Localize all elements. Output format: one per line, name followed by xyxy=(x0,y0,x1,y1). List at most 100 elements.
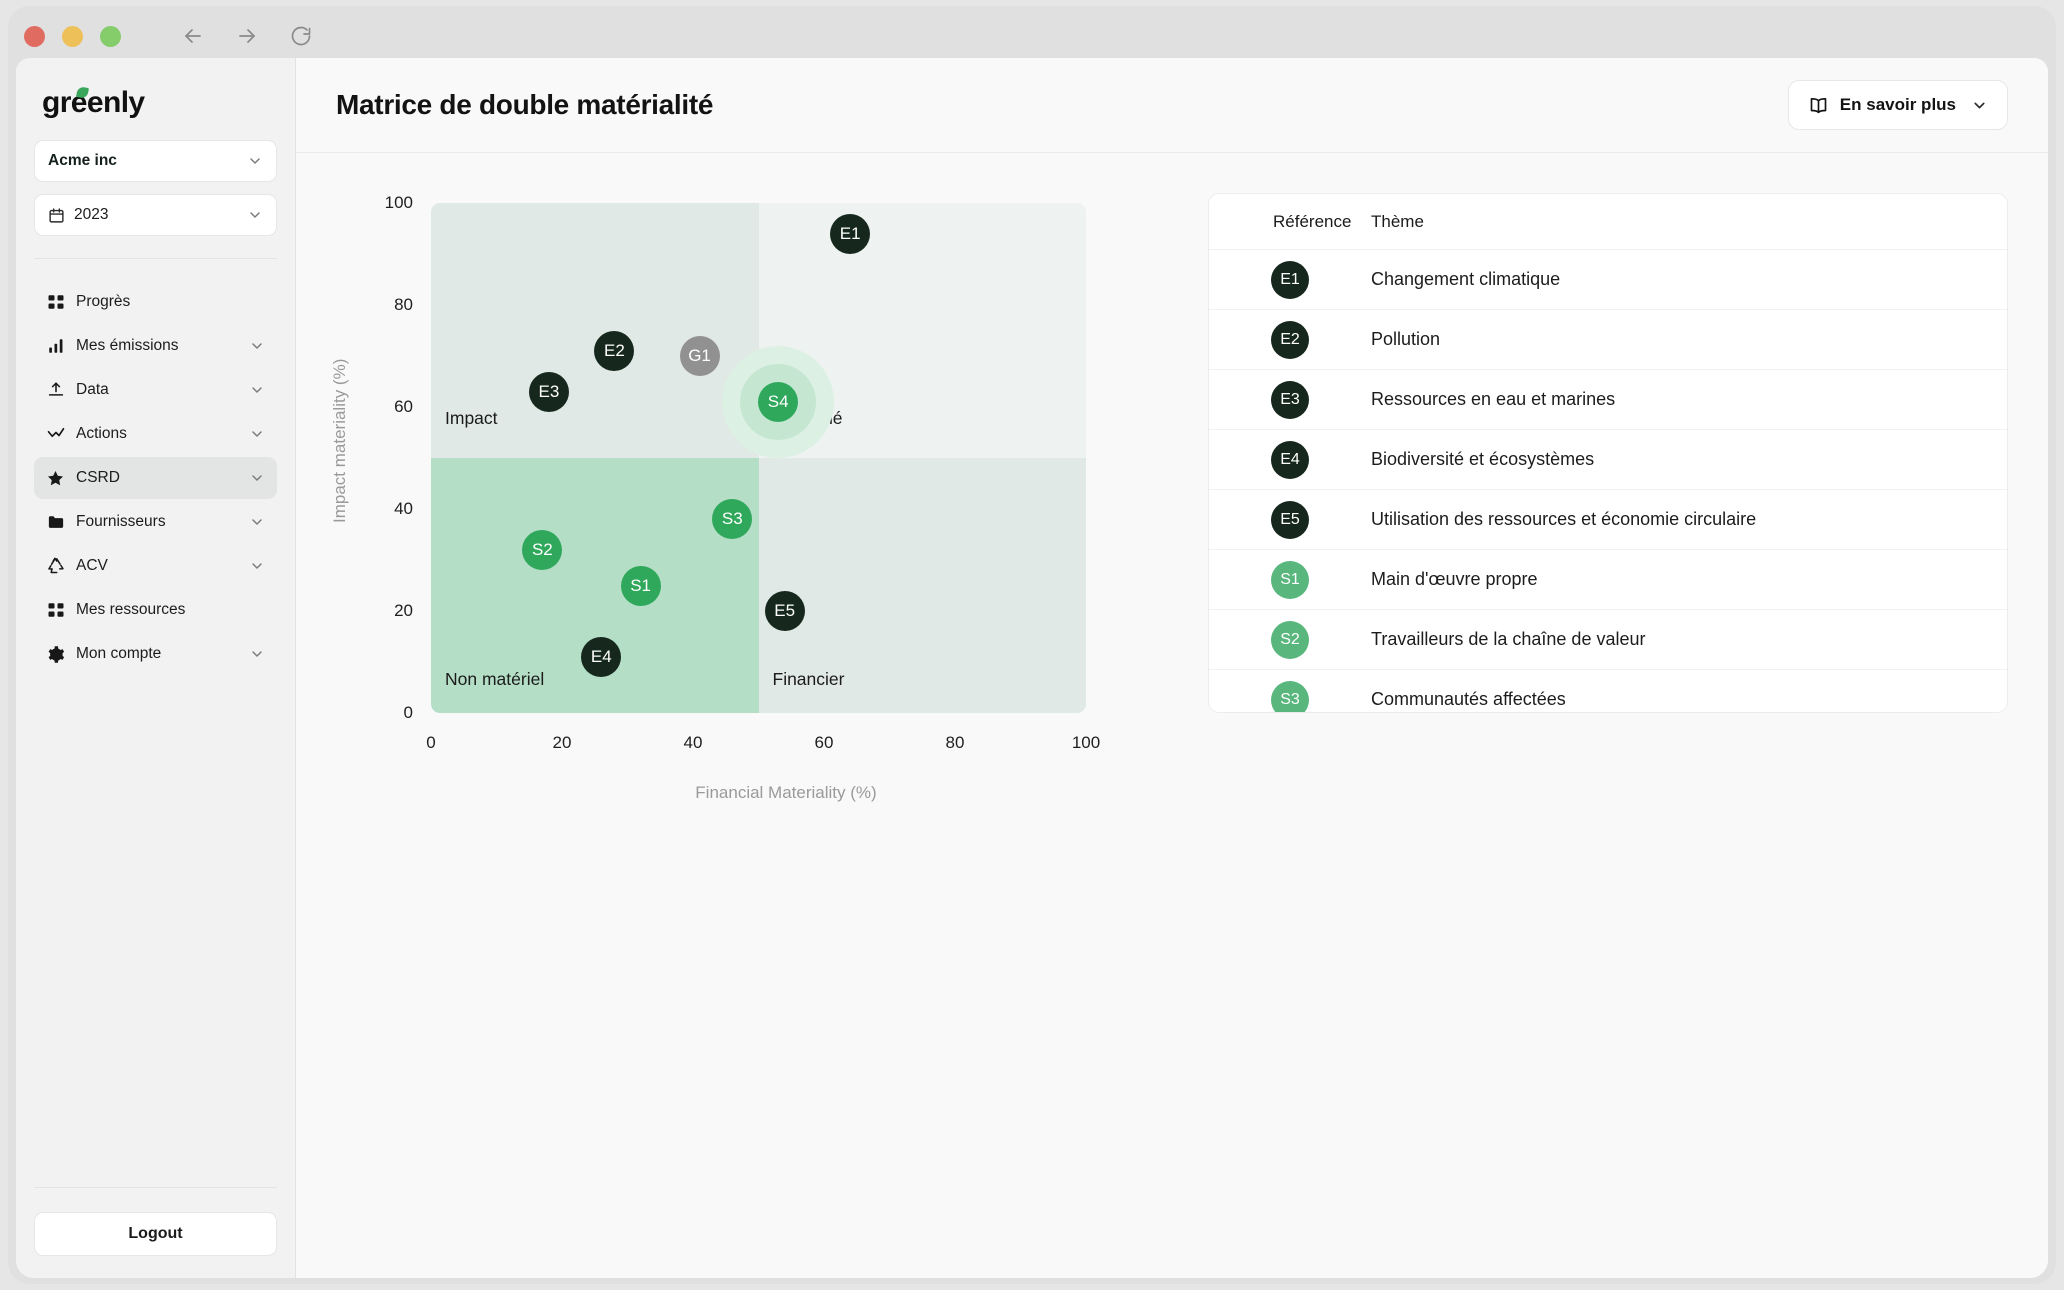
reference-badge: S1 xyxy=(1271,560,1309,599)
sidebar-item-label: Mes émissions xyxy=(76,337,179,354)
sidebar-item-label: Progrès xyxy=(76,293,131,310)
cell-reference: S3 xyxy=(1223,680,1351,712)
sidebar-item-label: Mon compte xyxy=(76,645,162,662)
sidebar-footer: Logout xyxy=(34,1187,277,1256)
y-axis-tick: 60 xyxy=(394,397,413,416)
cell-theme: Changement climatique xyxy=(1371,269,1561,289)
cell-reference: E3 xyxy=(1223,380,1351,419)
application-frame: greenly Acme inc 2023 Progrès Mes émissi… xyxy=(16,58,2048,1278)
cell-reference: E1 xyxy=(1223,260,1351,299)
close-window-button[interactable] xyxy=(24,25,45,47)
chevron-down-icon xyxy=(247,207,263,223)
cell-reference: E4 xyxy=(1223,440,1351,479)
trend-icon xyxy=(46,425,65,444)
table-row[interactable]: E5 Utilisation des ressources et économie… xyxy=(1209,490,2007,550)
y-axis-tick: 80 xyxy=(394,295,413,314)
company-selector[interactable]: Acme inc xyxy=(34,140,277,182)
upload-icon xyxy=(46,381,65,400)
greenly-logo: greenly xyxy=(42,85,277,120)
sidebar-item-label: Fournisseurs xyxy=(76,513,166,530)
star-icon xyxy=(46,469,65,488)
sidebar-item-label: ACV xyxy=(76,557,108,574)
sidebar: greenly Acme inc 2023 Progrès Mes émissi… xyxy=(16,58,296,1278)
learn-more-button[interactable]: En savoir plus xyxy=(1787,80,2008,130)
browser-nav-controls xyxy=(180,23,314,49)
cell-reference: E2 xyxy=(1223,320,1351,359)
sidebar-footer-divider xyxy=(34,1187,277,1188)
table-row[interactable]: S1 Main d'œuvre propre xyxy=(1209,550,2007,610)
y-axis-tick: 0 xyxy=(403,703,413,722)
sidebar-item-acv[interactable]: ACV xyxy=(34,545,277,587)
chart-bubble-s1[interactable]: S1 xyxy=(620,565,661,606)
logo-text: greenly xyxy=(42,86,145,119)
chevron-down-icon xyxy=(249,646,265,662)
column-header-theme: Thème xyxy=(1371,211,1424,231)
x-axis-tick: 20 xyxy=(552,733,572,752)
chevron-down-icon xyxy=(249,382,265,398)
folder-icon xyxy=(46,513,65,532)
table-row[interactable]: E1 Changement climatique xyxy=(1209,250,2007,310)
table-row[interactable]: S3 Communautés affectées xyxy=(1209,670,2007,712)
sidebar-item-label: Data xyxy=(76,381,109,398)
chevron-down-icon xyxy=(249,338,265,354)
sidebar-item-mes-emissions[interactable]: Mes émissions xyxy=(34,325,277,367)
chevron-down-icon xyxy=(249,514,265,530)
x-axis-tick: 80 xyxy=(945,733,965,752)
x-axis-tick: 0 xyxy=(426,733,436,752)
page-header: Matrice de double matérialité En savoir … xyxy=(296,58,2048,153)
chart-bubble-e2[interactable]: E2 xyxy=(594,330,635,371)
gear-icon xyxy=(46,645,65,664)
y-axis-tick: 20 xyxy=(394,601,413,620)
recycle-icon xyxy=(46,557,65,576)
forward-arrow-icon[interactable] xyxy=(234,23,260,49)
sidebar-item-actions[interactable]: Actions xyxy=(34,413,277,455)
x-axis-title: Financial Materiality (%) xyxy=(695,783,877,802)
plot-area: 0 20 40 60 80 100 0 20 40 60 80 100 Impact Combiné Non… xyxy=(385,193,1101,752)
chart-bubble-e1[interactable]: E1 xyxy=(830,213,871,254)
themes-table: Référence Thème E1 Changement climatique E… xyxy=(1208,193,2008,713)
sidebar-item-csrd[interactable]: CSRD xyxy=(34,457,277,499)
chart-bubble-s4[interactable]: S4 xyxy=(758,381,799,422)
chart-bubble-s2[interactable]: S2 xyxy=(522,529,563,570)
x-axis-tick: 40 xyxy=(683,733,703,752)
year-selector[interactable]: 2023 xyxy=(34,194,277,236)
chevron-down-icon xyxy=(1971,97,1988,114)
sidebar-item-progres[interactable]: Progrès xyxy=(34,281,277,323)
materiality-matrix-chart: Impact materiality (%) Financial Materia… xyxy=(330,193,1176,913)
chart-bubble-e5[interactable]: E5 xyxy=(764,591,805,631)
x-axis-tick: 60 xyxy=(814,733,834,752)
sidebar-item-data[interactable]: Data xyxy=(34,369,277,411)
cell-theme: Pollution xyxy=(1371,329,1441,349)
cell-theme: Main d'œuvre propre xyxy=(1371,569,1538,589)
column-header-reference: Référence xyxy=(1273,211,1352,231)
back-arrow-icon[interactable] xyxy=(180,23,206,49)
sidebar-item-mes-ressources[interactable]: Mes ressources xyxy=(34,589,277,631)
cell-reference: E5 xyxy=(1223,500,1351,539)
chart-bubble-g1[interactable]: G1 xyxy=(679,336,720,376)
reference-badge: E4 xyxy=(1271,440,1309,479)
reference-badge: S3 xyxy=(1271,680,1309,712)
title-bar xyxy=(8,6,2056,66)
reload-icon[interactable] xyxy=(288,23,314,49)
sidebar-nav: Progrès Mes émissions Data Actions CSRD … xyxy=(34,281,277,675)
content-area: Impact materiality (%) Financial Materia… xyxy=(296,153,2048,1278)
calendar-icon xyxy=(48,207,65,224)
table-header-row: Référence Thème xyxy=(1209,194,2007,250)
chevron-down-icon xyxy=(247,153,263,169)
chart-bubble-e3[interactable]: E3 xyxy=(528,371,569,412)
table-row[interactable]: E4 Biodiversité et écosystèmes xyxy=(1209,430,2007,490)
sidebar-item-fournisseurs[interactable]: Fournisseurs xyxy=(34,501,277,543)
chart-bubble-s3[interactable]: S3 xyxy=(712,499,753,540)
cell-reference: S1 xyxy=(1223,560,1351,599)
sidebar-item-mon-compte[interactable]: Mon compte xyxy=(34,633,277,675)
reference-badge: E5 xyxy=(1271,500,1309,539)
table-row[interactable]: E2 Pollution xyxy=(1209,310,2007,370)
logout-button[interactable]: Logout xyxy=(34,1212,277,1256)
minimize-window-button[interactable] xyxy=(62,25,83,47)
reference-badge: E2 xyxy=(1271,320,1309,359)
table-row[interactable]: S2 Travailleurs de la chaîne de valeur xyxy=(1209,610,2007,670)
company-selector-value: Acme inc xyxy=(48,152,117,169)
table-row[interactable]: E3 Ressources en eau et marines xyxy=(1209,370,2007,430)
chart-bubble-e4[interactable]: E4 xyxy=(581,636,622,677)
maximize-window-button[interactable] xyxy=(100,25,121,47)
